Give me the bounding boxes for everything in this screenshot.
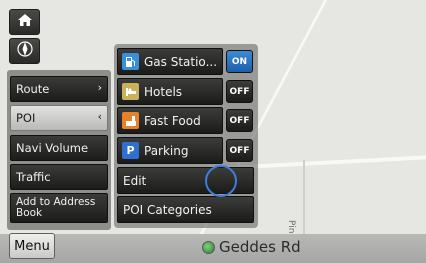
poi-item-fast-food[interactable]: Fast Food — [117, 107, 223, 134]
menu-item-add-to-address-book[interactable]: Add to Address Book — [10, 193, 108, 223]
gas-station-icon — [122, 53, 139, 70]
poi-item-label: Parking — [144, 143, 189, 158]
menu-button[interactable]: Menu — [9, 233, 55, 259]
menu-item-label: Add to Address Book — [16, 196, 96, 219]
home-button[interactable] — [9, 9, 40, 35]
current-road-label: Geddes Rd — [219, 238, 301, 256]
poi-item-label: Fast Food — [144, 113, 201, 128]
parking-icon: P — [122, 142, 139, 159]
current-road: Geddes Rd — [202, 237, 301, 257]
chevron-right-icon: › — [97, 81, 102, 94]
menu-item-label: Navi Volume — [16, 141, 89, 155]
parking-toggle[interactable]: OFF — [226, 139, 253, 162]
menu-item-traffic[interactable]: Traffic — [10, 164, 108, 190]
poi-edit-label: Edit — [123, 173, 147, 188]
position-marker-icon — [202, 240, 215, 254]
poi-item-label: Hotels — [144, 84, 183, 99]
gas-station-toggle[interactable]: ON — [226, 50, 253, 73]
poi-item-hotels[interactable]: Hotels — [117, 78, 223, 105]
menu-item-route[interactable]: Route › — [10, 76, 108, 102]
fast-food-icon — [122, 112, 139, 129]
chevron-left-icon: ‹ — [97, 110, 102, 123]
hotels-toggle[interactable]: OFF — [226, 80, 253, 103]
menu-item-label: Route — [16, 82, 50, 96]
map-cursor-ring — [205, 165, 237, 197]
menu-item-navi-volume[interactable]: Navi Volume — [10, 135, 108, 161]
compass-button[interactable] — [9, 38, 40, 64]
poi-categories-button[interactable]: POI Categories — [117, 196, 254, 223]
poi-categories-label: POI Categories — [123, 202, 212, 217]
poi-item-parking[interactable]: P Parking — [117, 137, 223, 164]
compass-icon — [16, 40, 33, 62]
menu-item-label: POI — [16, 111, 36, 125]
poi-item-label: Gas Statio... — [144, 54, 218, 69]
hotel-icon — [122, 83, 139, 100]
navigation-screen: Pingre Rd Route › POI ‹ Navi Volume Traf… — [0, 0, 426, 263]
menu-item-poi[interactable]: POI ‹ — [10, 105, 108, 131]
poi-item-gas-station[interactable]: Gas Statio... — [117, 48, 223, 75]
map-road — [303, 160, 305, 234]
fast-food-toggle[interactable]: OFF — [226, 109, 253, 132]
menu-item-label: Traffic — [16, 170, 51, 184]
home-icon — [17, 13, 33, 31]
